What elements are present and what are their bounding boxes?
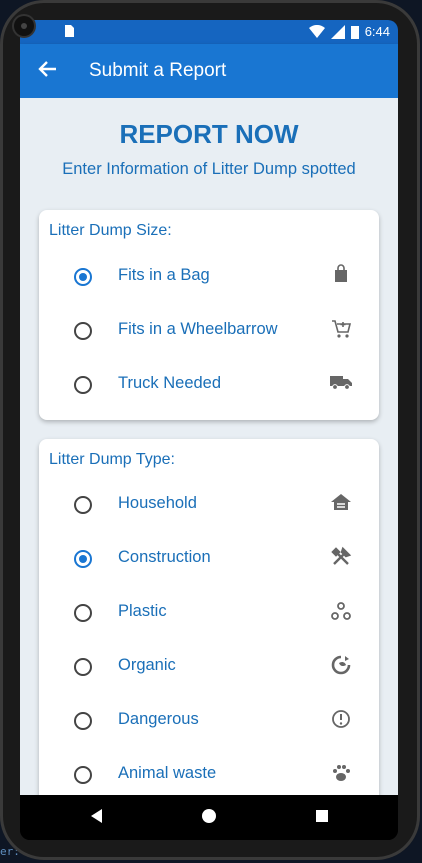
report-form[interactable]: REPORT NOW Enter Information of Litter D… [20,98,398,795]
house-icon [329,492,353,516]
phone-screen: 6:44 Submit a Report REPORT NOW Enter In… [20,20,398,840]
page-title: REPORT NOW [119,119,299,149]
type-card-title: Litter Dump Type: [49,451,175,468]
size-card: Litter Dump Size: Fits in a Bag Fits in … [39,210,379,420]
compost-icon [329,654,353,678]
truck-icon [329,372,353,396]
radio-button[interactable] [74,268,92,286]
tools-icon [329,546,353,570]
radio-button[interactable] [74,712,92,730]
molecule-icon [329,600,353,624]
status-bar: 6:44 [20,20,398,44]
battery-icon [350,25,359,39]
signal-icon [330,24,345,39]
option-label: Household [118,494,197,512]
type-option-dangerous[interactable]: Dangerous [39,694,379,748]
radio-button[interactable] [74,496,92,514]
sim-card-icon [65,25,74,37]
page-subtitle: Enter Information of Litter Dump spotted [62,160,356,178]
system-nav-bar [20,795,398,840]
nav-home-icon[interactable] [200,807,218,829]
app-bar-title: Submit a Report [89,60,227,81]
type-option-household[interactable]: Household [39,478,379,532]
option-label: Dangerous [118,710,199,728]
type-option-animal-waste[interactable]: Animal waste [39,748,379,795]
size-option-truck[interactable]: Truck Needed [39,358,379,412]
bag-icon [329,264,353,288]
option-label: Fits in a Bag [118,266,210,284]
size-card-title: Litter Dump Size: [49,222,172,239]
option-label: Truck Needed [118,374,222,392]
option-label: Fits in a Wheelbarrow [118,320,278,338]
type-option-construction[interactable]: Construction [39,532,379,586]
size-option-wheelbarrow[interactable]: Fits in a Wheelbarrow [39,304,379,358]
type-option-organic[interactable]: Organic [39,640,379,694]
status-time: 6:44 [364,24,390,39]
cart-icon [329,318,353,342]
type-card: Litter Dump Type: Household Construction [39,439,379,795]
option-label: Animal waste [118,764,217,782]
option-label: Organic [118,656,176,674]
type-option-plastic[interactable]: Plastic [39,586,379,640]
radio-button[interactable] [74,322,92,340]
warning-icon [329,708,353,732]
notification-icons [62,24,76,41]
radio-button[interactable] [74,658,92,676]
wifi-icon [308,24,325,38]
option-label: Plastic [118,602,167,620]
nav-recents-icon[interactable] [313,807,331,829]
back-arrow-icon[interactable] [36,58,58,85]
app-bar: Submit a Report [20,44,398,98]
status-right: 6:44 [308,24,390,39]
radio-button[interactable] [74,604,92,622]
radio-button[interactable] [74,550,92,568]
paw-icon [329,762,353,786]
radio-button[interactable] [74,376,92,394]
option-label: Construction [118,548,211,566]
front-camera [14,16,34,36]
nav-back-icon[interactable] [88,807,106,829]
radio-button[interactable] [74,766,92,784]
size-option-bag[interactable]: Fits in a Bag [39,250,379,304]
phone-frame: 6:44 Submit a Report REPORT NOW Enter In… [0,0,420,860]
